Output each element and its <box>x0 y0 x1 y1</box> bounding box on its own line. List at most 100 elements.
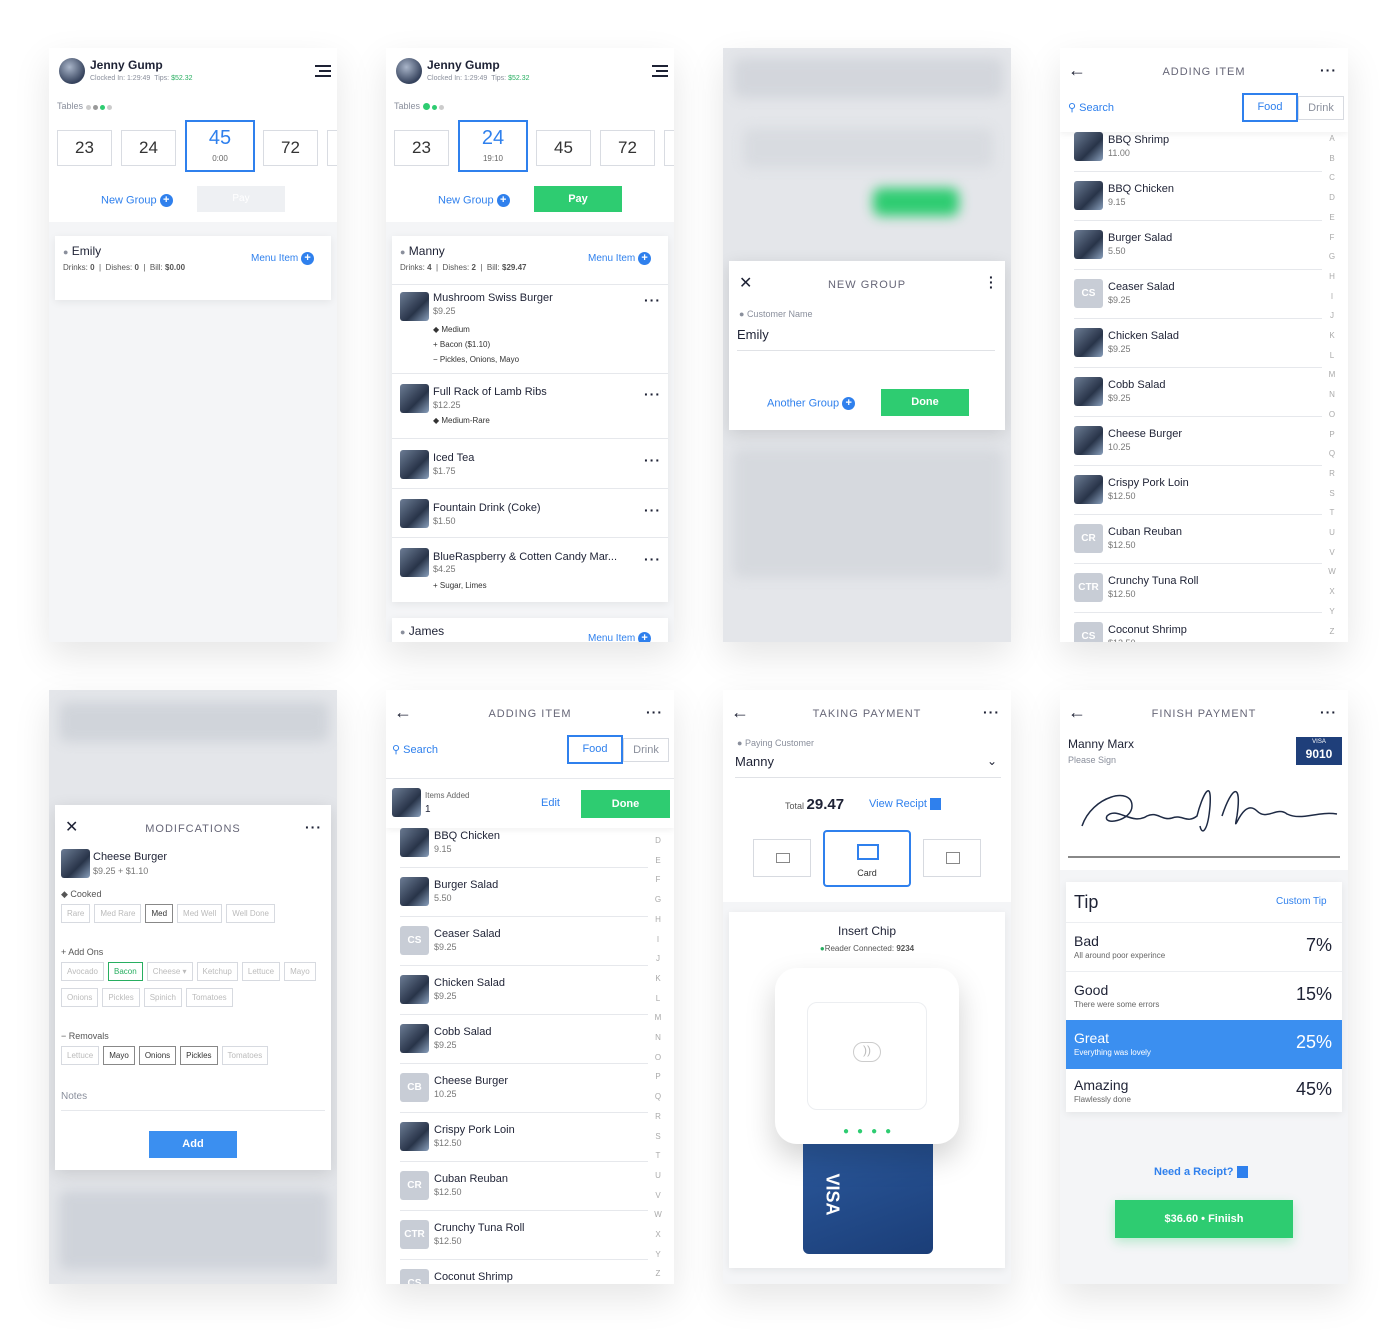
chip-pickles[interactable]: Pickles <box>180 1046 218 1065</box>
table-24-selected[interactable]: 24 19:10 <box>458 120 528 172</box>
chip-spinich[interactable]: Spinich <box>143 988 182 1007</box>
alpha-index-letter[interactable]: L <box>653 994 663 1003</box>
chip-well-done[interactable]: Well Done <box>226 904 275 923</box>
alpha-index-letter[interactable]: C <box>1327 173 1337 182</box>
alpha-index-letter[interactable]: O <box>653 1053 663 1062</box>
new-group-button[interactable]: New Group + <box>101 194 173 207</box>
alpha-index-letter[interactable]: M <box>1327 370 1337 379</box>
tip-option-amazing[interactable]: Amazing Flawlessly done 45% <box>1066 1069 1342 1112</box>
tip-option-good[interactable]: Good There were some errors 15% <box>1066 971 1342 1020</box>
menu-icon[interactable] <box>315 65 331 77</box>
alpha-index-letter[interactable]: D <box>653 836 663 845</box>
alpha-index-letter[interactable]: S <box>1327 489 1337 498</box>
chip-tomatoes[interactable]: Tomatoes <box>221 1046 269 1065</box>
chip-med-well[interactable]: Med Well <box>177 904 223 923</box>
alpha-index-letter[interactable]: I <box>653 935 663 944</box>
menu-item-button[interactable]: Menu Item + <box>251 252 315 265</box>
need-receipt-button[interactable]: Need a Recipt? <box>1154 1166 1248 1179</box>
pay-button-disabled[interactable]: Pay <box>197 186 285 212</box>
alpha-index-letter[interactable]: V <box>653 1191 663 1200</box>
guest-card[interactable]: ● Emily Drinks: 0 | Dishes: 0 | Bill: $0… <box>55 236 331 300</box>
table-23[interactable]: 23 <box>394 130 449 166</box>
cash-option[interactable] <box>753 839 811 877</box>
customer-select[interactable]: Manny ⌄ <box>735 754 1001 778</box>
add-button[interactable]: Add <box>149 1131 237 1158</box>
table-24[interactable]: 24 <box>121 130 176 166</box>
more-vertical-icon[interactable]: · · · <box>989 270 994 294</box>
more-icon[interactable]: ··· <box>646 704 663 720</box>
alpha-index-letter[interactable]: M <box>653 1013 663 1022</box>
edit-button[interactable]: Edit <box>541 797 560 809</box>
alpha-index-letter[interactable]: O <box>1327 410 1337 419</box>
alpha-index-letter[interactable]: G <box>653 895 663 904</box>
alpha-index-letter[interactable]: K <box>653 974 663 983</box>
signature-pad[interactable] <box>1072 776 1340 848</box>
chip-mayo[interactable]: Mayo <box>103 1046 135 1065</box>
chip-onions[interactable]: Onions <box>138 1046 177 1065</box>
alpha-index-letter[interactable]: T <box>1327 508 1337 517</box>
alpha-index-letter[interactable]: I <box>1327 292 1337 301</box>
alpha-index-letter[interactable]: A <box>1327 134 1337 143</box>
alpha-index-letter[interactable]: S <box>653 1132 663 1141</box>
alpha-index-letter[interactable]: Y <box>653 1250 663 1259</box>
alpha-index-letter[interactable]: N <box>653 1033 663 1042</box>
alpha-index-letter[interactable]: R <box>653 1112 663 1121</box>
table-45-selected[interactable]: 45 0:00 <box>185 120 255 172</box>
chip-bacon[interactable]: Bacon <box>108 962 143 981</box>
menu-icon[interactable] <box>652 65 668 77</box>
alpha-index-letter[interactable]: K <box>1327 331 1337 340</box>
customer-name-input[interactable]: Emily <box>737 327 995 351</box>
view-receipt-button[interactable]: View Recipt <box>869 798 941 811</box>
more-icon[interactable]: ··· <box>644 502 661 518</box>
more-icon[interactable]: ··· <box>644 452 661 468</box>
alpha-index-letter[interactable]: P <box>1327 430 1337 439</box>
more-icon[interactable]: ··· <box>305 819 322 835</box>
alpha-index-letter[interactable]: P <box>653 1072 663 1081</box>
tab-drink[interactable]: Drink <box>1298 96 1344 120</box>
alpha-index-letter[interactable]: B <box>1327 154 1337 163</box>
alpha-index-letter[interactable]: E <box>653 856 663 865</box>
alpha-index-letter[interactable]: Z <box>653 1269 663 1278</box>
another-group-button[interactable]: Another Group + <box>767 397 856 410</box>
alpha-index-letter[interactable]: L <box>1327 351 1337 360</box>
tip-option-bad[interactable]: Bad All around poor experince 7% <box>1066 922 1342 971</box>
alpha-index-letter[interactable]: W <box>653 1210 663 1219</box>
table-72[interactable]: 72 <box>600 130 655 166</box>
chip-lettuce[interactable]: Lettuce <box>241 962 281 981</box>
more-icon[interactable]: ··· <box>1320 62 1337 78</box>
alpha-index-letter[interactable]: H <box>1327 272 1337 281</box>
card-option[interactable]: Card <box>823 830 911 887</box>
done-button[interactable]: Done <box>881 389 969 416</box>
alpha-index-letter[interactable]: R <box>1327 469 1337 478</box>
pay-button[interactable]: Pay <box>534 186 622 212</box>
chip-mayo[interactable]: Mayo <box>284 962 316 981</box>
search-button[interactable]: ⚲ Search <box>392 743 438 756</box>
chip-med-rare[interactable]: Med Rare <box>94 904 142 923</box>
menu-item-button[interactable]: Menu Item + <box>588 632 652 642</box>
chip-onions[interactable]: Onions <box>61 988 99 1007</box>
chip-ketchup[interactable]: Ketchup <box>196 962 238 981</box>
alpha-index-letter[interactable]: E <box>1327 213 1337 222</box>
chip-med[interactable]: Med <box>145 904 174 923</box>
alpha-index-letter[interactable]: G <box>1327 252 1337 261</box>
chip-lettuce[interactable]: Lettuce <box>61 1046 100 1065</box>
chip-avocado[interactable]: Avocado <box>61 962 104 981</box>
alpha-index-letter[interactable]: J <box>653 954 663 963</box>
chip-tomatoes[interactable]: Tomatoes <box>185 988 233 1007</box>
more-icon[interactable]: ··· <box>644 292 661 308</box>
alpha-index-letter[interactable]: U <box>653 1171 663 1180</box>
chip-rare[interactable]: Rare <box>61 904 91 923</box>
notes-input[interactable]: Notes <box>61 1091 325 1111</box>
custom-tip-button[interactable]: Custom Tip <box>1276 896 1327 907</box>
more-icon[interactable]: ··· <box>983 704 1000 720</box>
more-icon[interactable]: ··· <box>1320 704 1337 720</box>
tab-food[interactable]: Food <box>1242 93 1298 122</box>
alpha-index-letter[interactable]: F <box>653 875 663 884</box>
alpha-index-letter[interactable]: Q <box>653 1092 663 1101</box>
alpha-index-letter[interactable]: N <box>1327 390 1337 399</box>
alpha-index-letter[interactable]: X <box>1327 587 1337 596</box>
alpha-index-letter[interactable]: Z <box>1327 627 1337 636</box>
new-group-button[interactable]: New Group + <box>438 194 510 207</box>
alpha-index-letter[interactable]: Q <box>1327 449 1337 458</box>
menu-item-button[interactable]: Menu Item + <box>588 252 652 265</box>
